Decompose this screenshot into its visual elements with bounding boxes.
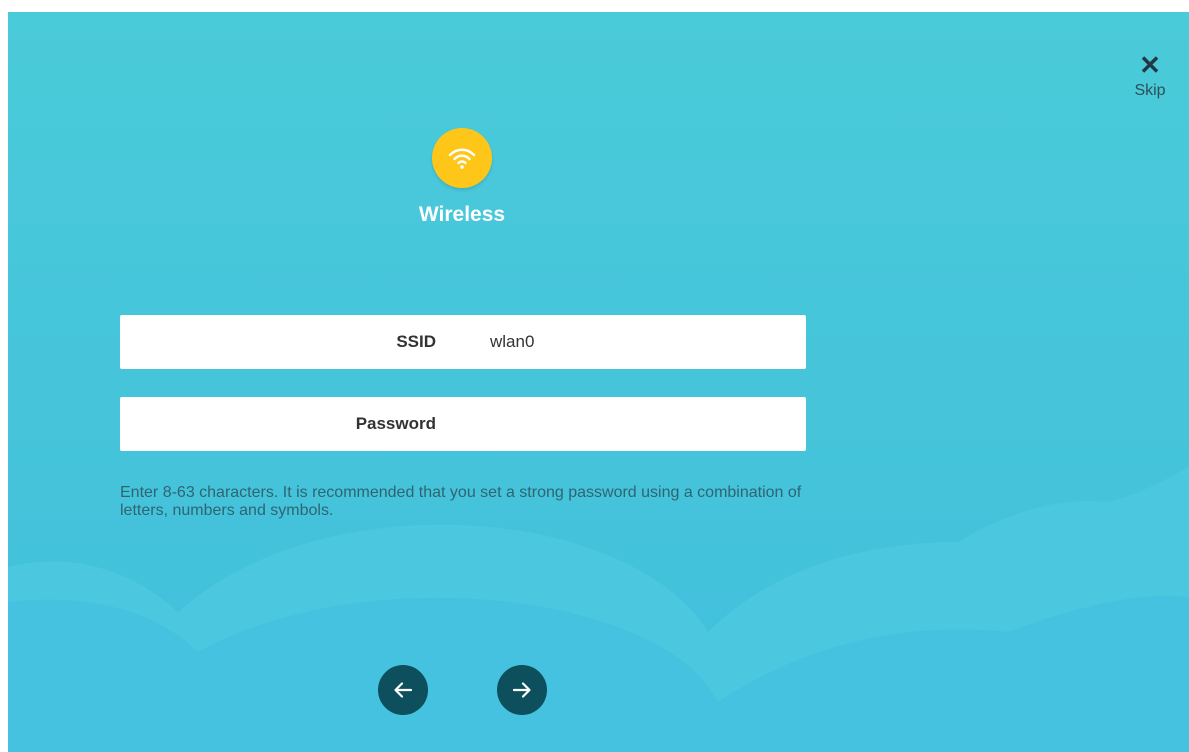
back-button[interactable]	[378, 665, 428, 715]
next-button[interactable]	[497, 665, 547, 715]
wifi-icon	[448, 148, 476, 169]
password-hint: Enter 8-63 characters. It is recommended…	[120, 484, 802, 519]
password-label: Password	[355, 414, 436, 433]
cloud-background	[8, 467, 1189, 752]
password-field[interactable]: Password	[120, 397, 806, 451]
ssid-field[interactable]: SSID wlan0	[120, 315, 806, 369]
close-icon[interactable]: ✕	[1125, 52, 1175, 78]
ssid-label: SSID	[396, 332, 436, 351]
skip-button[interactable]: ✕ Skip	[1125, 52, 1175, 100]
wireless-badge	[432, 128, 492, 188]
setup-wizard-panel: ✕ Skip Wireless SSID wlan0 Password Ente…	[8, 12, 1189, 752]
page-title: Wireless	[418, 203, 506, 226]
skip-label[interactable]: Skip	[1125, 82, 1175, 100]
arrow-right-icon[interactable]	[510, 678, 534, 702]
ssid-value[interactable]: wlan0	[490, 315, 534, 369]
password-input[interactable]	[490, 397, 780, 451]
arrow-left-icon[interactable]	[391, 678, 415, 702]
